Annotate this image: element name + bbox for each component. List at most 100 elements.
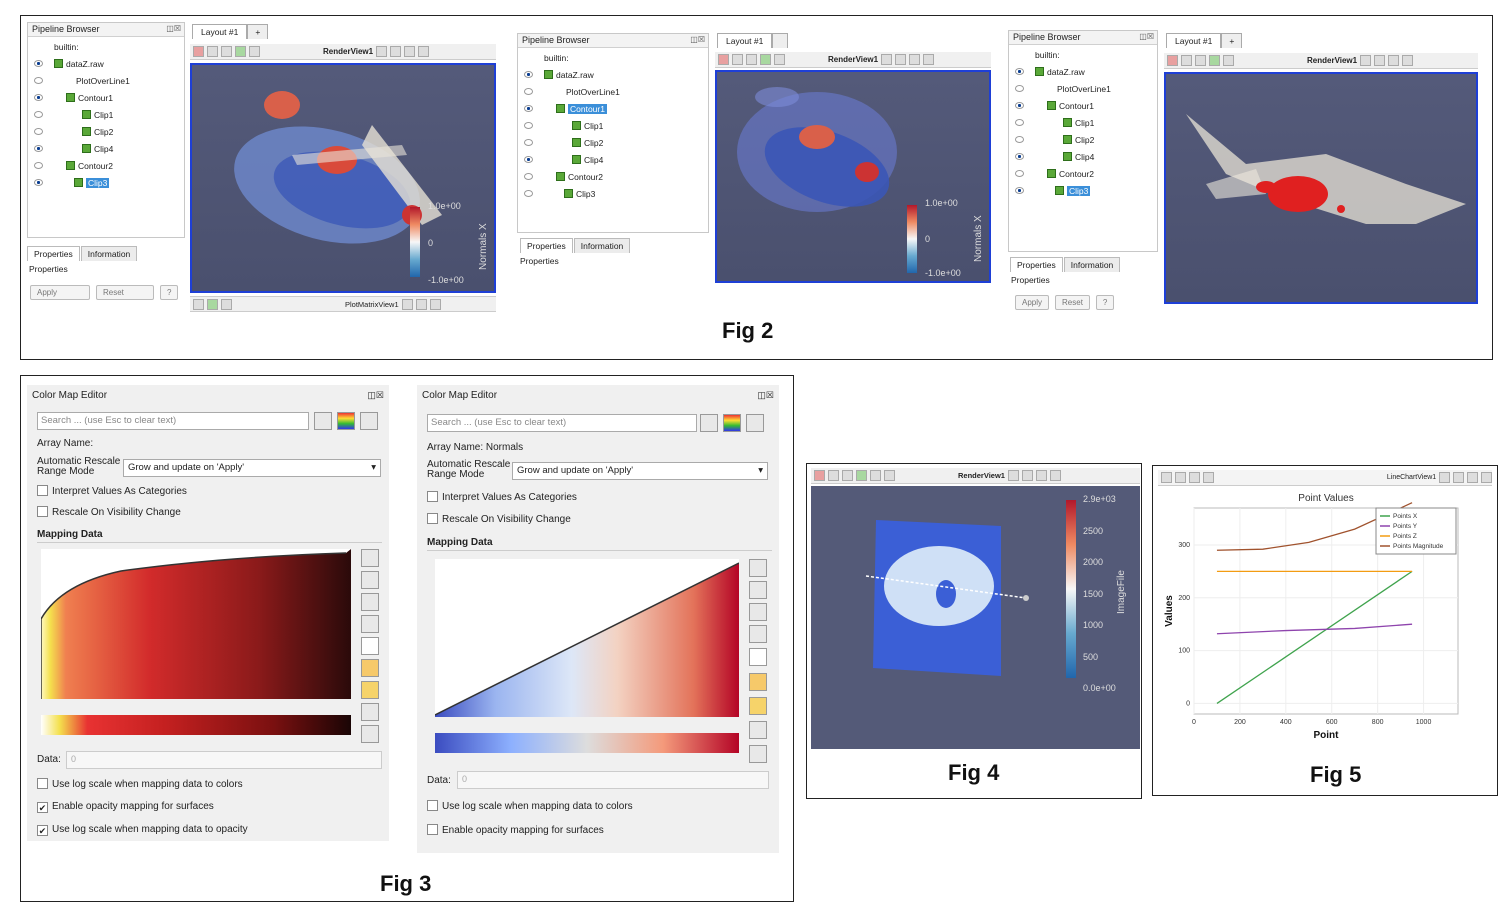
eye-icon[interactable] xyxy=(524,105,533,112)
camera-icon[interactable] xyxy=(828,470,839,481)
rescale-visible-icon[interactable] xyxy=(749,625,767,643)
panel-controls-icon[interactable]: ◫☒ xyxy=(1139,32,1154,41)
select-icon[interactable] xyxy=(856,470,867,481)
pipeline-item[interactable]: dataZ.raw xyxy=(518,67,708,84)
split-vertical-icon[interactable] xyxy=(415,298,427,310)
3d-icon[interactable] xyxy=(746,54,757,65)
eye-icon[interactable] xyxy=(1015,102,1024,109)
eye-icon[interactable] xyxy=(34,128,43,135)
gear-icon[interactable] xyxy=(749,745,767,763)
log-opacity-checkbox[interactable]: ✔ Use log scale when mapping data to opac… xyxy=(37,824,248,836)
close-icon[interactable] xyxy=(1402,55,1414,66)
pipeline-item[interactable]: builtin: xyxy=(28,39,184,56)
eye-icon[interactable] xyxy=(34,162,43,169)
pipeline-item[interactable]: PlotOverLine1 xyxy=(28,73,184,90)
tab-layout-1[interactable]: Layout #1 xyxy=(717,33,773,48)
color-preset-icon[interactable] xyxy=(337,412,355,430)
new-layout-button[interactable]: + xyxy=(1221,33,1243,48)
eye-icon[interactable] xyxy=(524,71,533,78)
pipeline-item[interactable]: dataZ.raw xyxy=(28,56,184,73)
camera-icon[interactable] xyxy=(732,54,743,65)
eye-icon[interactable] xyxy=(524,139,533,146)
eye-icon[interactable] xyxy=(1015,187,1024,194)
render-view[interactable] xyxy=(1164,72,1478,304)
color-transfer-editor[interactable] xyxy=(41,715,351,735)
eye-icon[interactable] xyxy=(1015,136,1024,143)
color-transfer-editor[interactable] xyxy=(435,733,739,753)
pipeline-item[interactable]: builtin: xyxy=(1009,47,1157,64)
pipeline-item[interactable]: Clip3 xyxy=(1009,183,1157,200)
select-icon[interactable] xyxy=(1209,55,1220,66)
edit-icon[interactable] xyxy=(746,414,764,432)
apply-button[interactable]: Apply xyxy=(30,285,90,300)
render-view[interactable]: 2.9e+03 2500 2000 1500 1000 500 0.0e+00 ImageF… xyxy=(811,486,1140,749)
tab-information[interactable]: Information xyxy=(1063,257,1121,272)
rescale-visible-icon[interactable] xyxy=(361,615,379,633)
pipeline-item[interactable]: PlotOverLine1 xyxy=(1009,81,1157,98)
pipeline-item[interactable]: builtin: xyxy=(518,50,708,67)
eye-icon[interactable] xyxy=(34,94,43,101)
3d-icon[interactable] xyxy=(842,470,853,481)
split-vertical-icon[interactable] xyxy=(1453,472,1465,483)
chart-icon[interactable] xyxy=(361,703,379,721)
pipeline-item[interactable]: dataZ.raw xyxy=(1009,64,1157,81)
data-field[interactable]: 0 xyxy=(457,771,769,789)
maximize-icon[interactable] xyxy=(1035,470,1047,481)
new-layout-button[interactable] xyxy=(772,33,789,48)
eye-icon[interactable] xyxy=(524,88,533,95)
folder-icon[interactable] xyxy=(749,697,767,715)
edit-icon[interactable] xyxy=(360,412,378,430)
split-vertical-icon[interactable] xyxy=(895,54,907,65)
data-field[interactable]: 0 xyxy=(66,751,382,769)
pipeline-item[interactable]: Clip2 xyxy=(518,135,708,152)
pipeline-item[interactable]: Clip2 xyxy=(28,124,184,141)
rescale-custom-icon[interactable] xyxy=(361,571,379,589)
eye-icon[interactable] xyxy=(524,122,533,129)
rescale-range-icon[interactable] xyxy=(361,549,379,567)
maximize-icon[interactable] xyxy=(429,298,441,310)
line-chart[interactable]: 0 200 400 600 800 1000 0 100 200 300 Point Values P… xyxy=(1158,488,1480,748)
gear-icon[interactable] xyxy=(361,725,379,743)
pipeline-item[interactable]: Contour1 xyxy=(518,101,708,118)
pipeline-item[interactable]: Clip2 xyxy=(1009,132,1157,149)
select-icon[interactable] xyxy=(207,298,218,310)
invert-icon[interactable] xyxy=(361,637,379,655)
pipeline-item[interactable]: PlotOverLine1 xyxy=(518,84,708,101)
pipeline-item[interactable]: Clip4 xyxy=(1009,149,1157,166)
eye-icon[interactable] xyxy=(1015,153,1024,160)
eye-icon[interactable] xyxy=(34,77,43,84)
split-vertical-icon[interactable] xyxy=(1021,470,1033,481)
maximize-icon[interactable] xyxy=(1467,472,1479,483)
eye-icon[interactable] xyxy=(34,111,43,118)
reset-camera-icon[interactable] xyxy=(814,470,825,481)
tab-properties[interactable]: Properties xyxy=(27,246,80,261)
reset-camera-icon[interactable] xyxy=(1167,55,1178,66)
tab-layout-1[interactable]: Layout #1 xyxy=(192,24,248,39)
zoom-icon[interactable] xyxy=(1174,472,1186,483)
panel-controls-icon[interactable]: ◫☒ xyxy=(690,35,705,44)
tab-information[interactable]: Information xyxy=(80,246,138,261)
zoom-icon[interactable] xyxy=(870,470,881,481)
eye-icon[interactable] xyxy=(1015,119,1024,126)
search-input[interactable]: Search ... (use Esc to clear text) xyxy=(37,412,309,430)
opacity-transfer-editor[interactable] xyxy=(435,559,739,717)
zoom-icon[interactable] xyxy=(774,54,785,65)
apply-button[interactable]: Apply xyxy=(1015,295,1050,310)
help-button[interactable]: ? xyxy=(1095,295,1115,310)
gear-icon[interactable] xyxy=(314,412,332,430)
pipeline-item[interactable]: Contour1 xyxy=(1009,98,1157,115)
pipeline-item[interactable]: Clip1 xyxy=(518,118,708,135)
probe-icon[interactable] xyxy=(884,470,895,481)
pipeline-item[interactable]: Clip3 xyxy=(28,175,184,192)
chart-icon[interactable] xyxy=(749,721,767,739)
log-colors-checkbox[interactable]: Use log scale when mapping data to color… xyxy=(427,800,633,812)
eye-icon[interactable] xyxy=(1015,68,1024,75)
split-horizontal-icon[interactable] xyxy=(1007,470,1019,481)
select-icon[interactable] xyxy=(235,46,246,57)
reset-camera-icon[interactable] xyxy=(718,54,729,65)
close-icon[interactable] xyxy=(418,46,430,57)
pipeline-item[interactable]: Contour1 xyxy=(28,90,184,107)
close-icon[interactable] xyxy=(1481,472,1493,483)
rescale-temporal-icon[interactable] xyxy=(361,593,379,611)
folder-icon[interactable] xyxy=(361,681,379,699)
